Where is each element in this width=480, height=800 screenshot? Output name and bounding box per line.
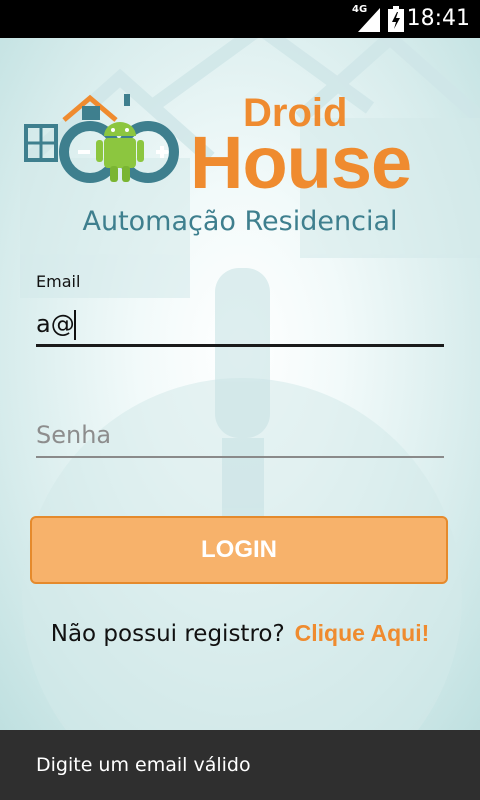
- login-screen: Droid House Automação Residencial Email …: [0, 38, 480, 730]
- email-value: a@: [36, 310, 75, 338]
- register-row: Não possui registro? Clique Aqui!: [0, 620, 480, 647]
- login-button[interactable]: LOGIN: [30, 516, 448, 584]
- toast: Digite um email válido: [0, 730, 480, 800]
- password-placeholder: Senha: [36, 421, 112, 449]
- status-bar: 4G 18:41: [0, 0, 480, 38]
- battery-charging-icon: [388, 6, 404, 32]
- register-prompt: Não possui registro?: [50, 621, 285, 647]
- register-link[interactable]: Clique Aqui!: [295, 620, 430, 646]
- brand-house-text: House: [190, 121, 412, 204]
- clock: 18:41: [406, 6, 470, 31]
- email-label: Email: [36, 272, 81, 291]
- toast-message: Digite um email válido: [36, 754, 251, 776]
- email-field[interactable]: [36, 306, 444, 347]
- text-cursor: [74, 310, 76, 340]
- signal-icon: [358, 8, 380, 32]
- app-subtitle: Automação Residencial: [82, 206, 398, 237]
